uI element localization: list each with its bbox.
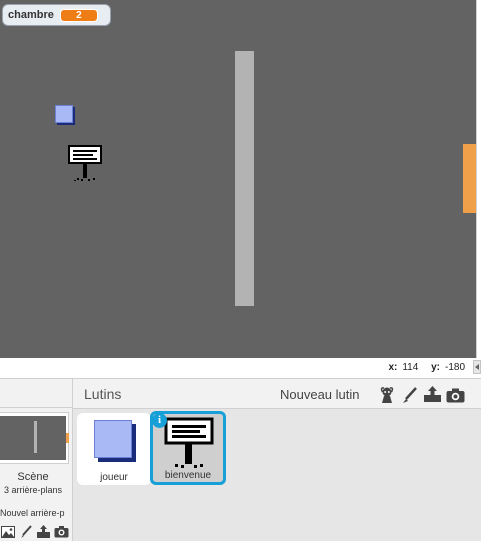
sign-icon: [164, 417, 214, 468]
wall-sprite[interactable]: [235, 51, 254, 306]
upload-icon[interactable]: [36, 524, 51, 539]
y-label: y:: [431, 362, 440, 373]
x-label: x:: [388, 362, 398, 373]
y-value: -180: [444, 362, 465, 373]
variable-value: 2: [59, 8, 98, 22]
paintbrush-icon[interactable]: [400, 385, 419, 404]
scene-label: Scène: [17, 471, 49, 483]
new-sprite-label: Nouveau lutin: [280, 387, 360, 402]
scene-header: [0, 379, 72, 408]
scene-preview-wall: [34, 421, 37, 453]
variable-monitor[interactable]: chambre 2: [2, 4, 111, 26]
sprites-title: Lutins: [84, 386, 122, 402]
door-sprite[interactable]: [463, 144, 476, 213]
scene-panel: Scène 3 arrière-plans Nouvel arrière-p: [0, 378, 73, 541]
scratch-editor: chambre 2 x: 114 y: -180 Scène 3 arrière…: [0, 0, 481, 541]
sign-sprite[interactable]: [68, 145, 103, 183]
x-value: 114: [402, 362, 419, 373]
stage-edge: [476, 0, 481, 358]
sprite-card-joueur[interactable]: joueur: [77, 413, 151, 485]
player-body: [55, 105, 73, 123]
sprite-card-bienvenue[interactable]: i bienvenue: [150, 411, 226, 485]
paintbrush-icon[interactable]: [18, 524, 33, 539]
camera-icon[interactable]: [446, 385, 465, 404]
camera-icon[interactable]: [54, 524, 69, 539]
sign-icon: [68, 145, 102, 181]
joueur-thumb-body: [94, 420, 132, 458]
scene-preview: [0, 416, 66, 460]
info-icon[interactable]: i: [152, 413, 167, 428]
sprites-header: Lutins Nouveau lutin: [73, 379, 481, 409]
new-backdrop-label: Nouvel arrière-p: [0, 508, 65, 518]
player-sprite[interactable]: [55, 105, 75, 125]
mouse-coordinates-bar: x: 114 y: -180: [0, 358, 481, 378]
collapse-arrow-icon[interactable]: [473, 360, 481, 374]
joueur-thumbnail: [94, 420, 136, 462]
image-icon[interactable]: [0, 524, 15, 539]
backdrop-tools: [0, 524, 69, 540]
stage[interactable]: chambre 2: [0, 0, 476, 358]
sprite-name: joueur: [100, 472, 128, 483]
new-sprite-tools: [377, 385, 465, 404]
sprite-name: bienvenue: [164, 470, 212, 481]
mouse-coordinates: x: 114 y: -180: [388, 362, 465, 373]
upload-icon[interactable]: [423, 385, 442, 404]
character-icon[interactable]: [377, 385, 396, 404]
scene-preview-door: [66, 433, 69, 443]
scene-thumbnail[interactable]: [0, 412, 69, 464]
variable-name: chambre: [8, 9, 54, 21]
bienvenue-thumbnail: [164, 417, 214, 470]
backdrop-count: 3 arrière-plans: [3, 485, 63, 495]
sprites-pane: Lutins Nouveau lutin joueur i bienvenue: [73, 378, 481, 541]
